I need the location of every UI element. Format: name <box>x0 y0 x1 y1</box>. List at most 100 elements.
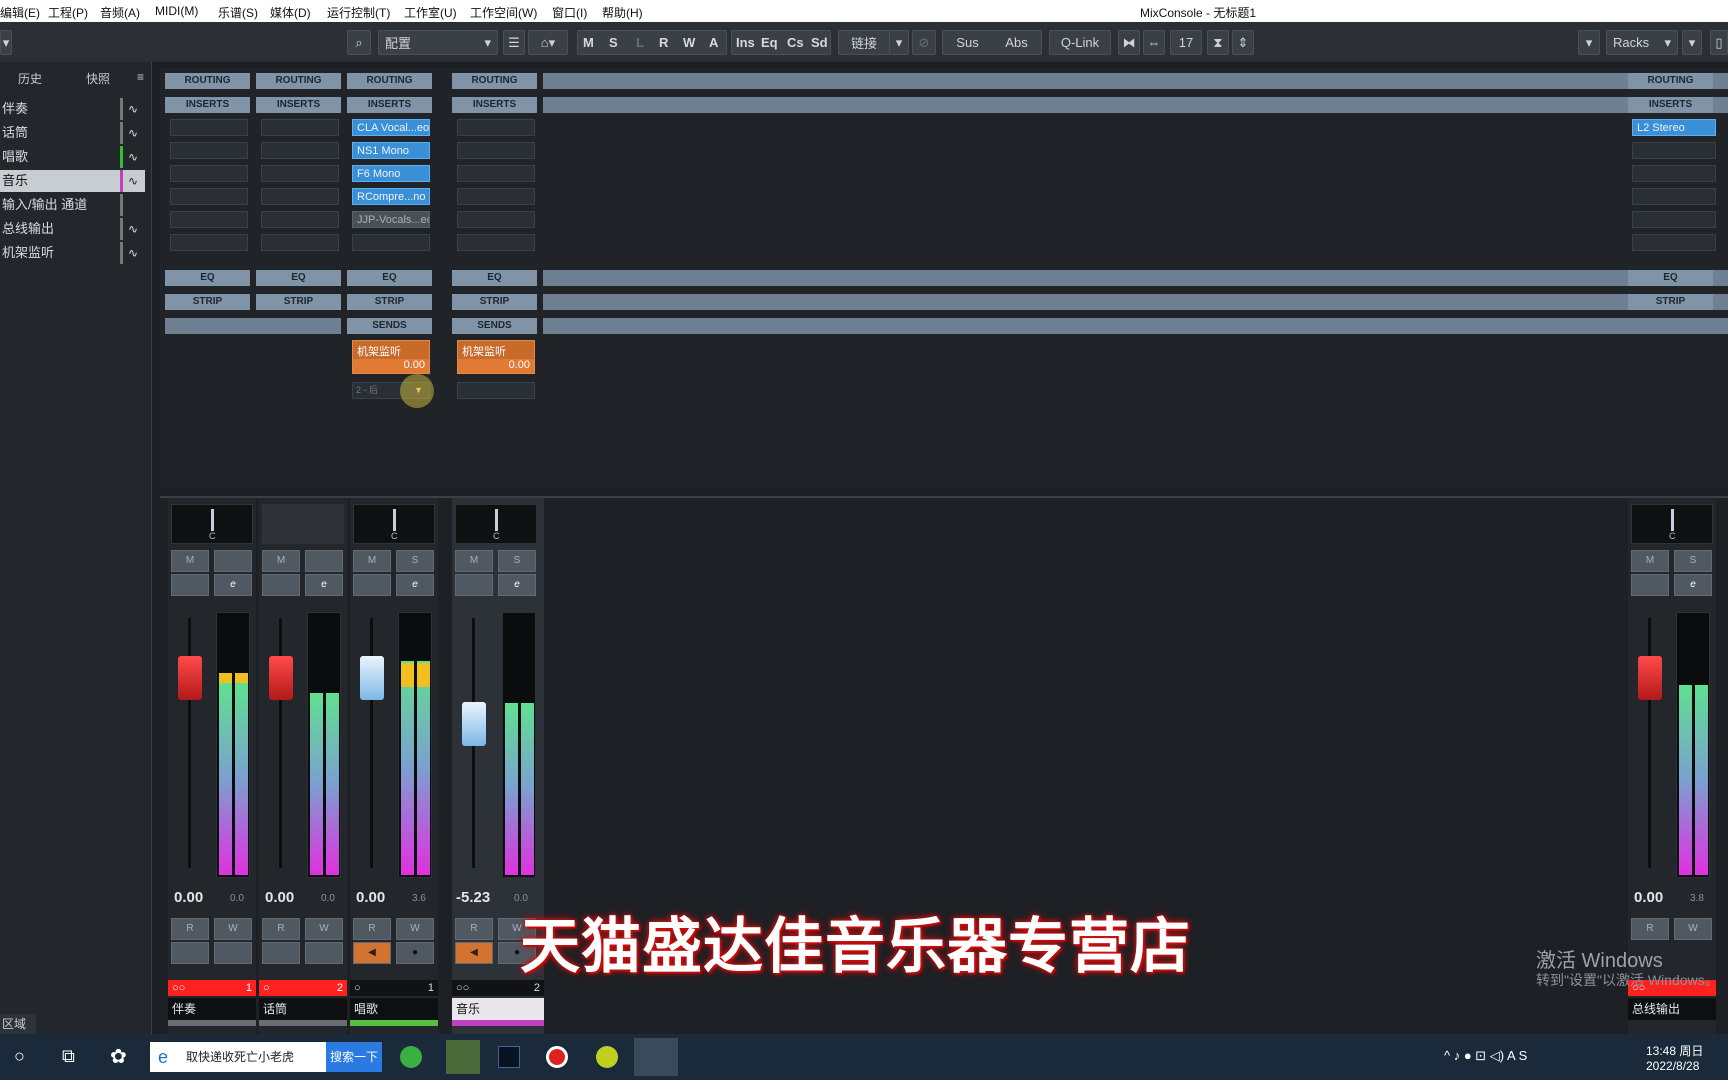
pan-control[interactable]: C <box>353 504 435 544</box>
menu-media[interactable]: 媒体(D) <box>270 4 311 21</box>
record-enable-button[interactable] <box>305 942 343 964</box>
menu-audio[interactable]: 音频(A) <box>100 4 140 21</box>
list-icon[interactable]: ☰ <box>503 30 525 55</box>
insert-slot[interactable] <box>170 142 248 159</box>
menu-edit[interactable]: 编辑(E) <box>0 4 40 21</box>
eq-header[interactable]: EQ <box>165 270 250 286</box>
menu-transport[interactable]: 运行控制(T) <box>327 4 390 21</box>
read-automation-button[interactable]: R <box>455 918 493 940</box>
pan-control[interactable]: C <box>455 504 537 544</box>
channel-name[interactable]: 唱歌 <box>350 998 438 1020</box>
eq-header[interactable]: EQ <box>1628 270 1713 286</box>
menu-workspace[interactable]: 工作空间(W) <box>470 4 537 21</box>
channel-list-item[interactable]: 输入/输出 通道 <box>0 194 120 216</box>
insert-slot[interactable] <box>457 234 535 251</box>
insert-slot[interactable] <box>457 142 535 159</box>
app-icon[interactable] <box>400 1046 422 1068</box>
insert-slot[interactable] <box>457 119 535 136</box>
start-search-icon[interactable]: ○ <box>14 1046 25 1067</box>
eq-header[interactable]: EQ <box>452 270 537 286</box>
volume-fader[interactable] <box>1638 656 1662 700</box>
strip-header[interactable]: STRIP <box>165 294 250 310</box>
edit-channel-button[interactable]: e <box>396 574 434 596</box>
eq-view-button[interactable]: Eq <box>761 35 778 50</box>
abs-button[interactable]: Abs <box>1005 35 1027 50</box>
write-filter-button[interactable]: W <box>683 35 695 50</box>
monitor-button[interactable] <box>262 942 300 964</box>
inserts-view-button[interactable]: Ins <box>736 35 755 50</box>
insert-slot[interactable] <box>261 165 339 182</box>
solo-button[interactable]: S <box>1674 550 1712 572</box>
mute-button[interactable]: M <box>262 550 300 572</box>
monitor-button-active[interactable]: ◀ <box>455 942 493 964</box>
link-dropdown[interactable]: ▾ <box>889 30 909 55</box>
monitor-button[interactable] <box>171 942 209 964</box>
write-automation-button[interactable]: W <box>214 918 252 940</box>
toolbar-dropdown-left[interactable]: ▾ <box>0 30 12 55</box>
zoom-in-icon[interactable]: ⧓ <box>1118 30 1140 55</box>
listen-filter-button[interactable]: L <box>636 35 644 50</box>
spinner-icon[interactable]: ⇕ <box>1232 30 1254 55</box>
eq-header[interactable]: EQ <box>347 270 432 286</box>
solo-button[interactable] <box>305 550 343 572</box>
insert-slot[interactable] <box>1632 188 1716 205</box>
wechat-icon[interactable] <box>446 1040 480 1074</box>
insert-slot[interactable] <box>1632 165 1716 182</box>
menu-icon[interactable]: ≡ <box>137 70 144 84</box>
channel-list-item[interactable]: 唱歌 <box>0 146 120 168</box>
inserts-header[interactable]: INSERTS <box>1628 97 1713 113</box>
solo-filter-button[interactable]: S <box>609 35 618 50</box>
insert-slot[interactable] <box>457 165 535 182</box>
taskbar-search-box[interactable]: e 取快递收死亡小老虎 <box>150 1042 326 1072</box>
routing-header[interactable]: ROUTING <box>256 73 341 89</box>
read-automation-button[interactable]: R <box>1631 918 1669 940</box>
strip-header[interactable]: STRIP <box>1628 294 1713 310</box>
insert-plugin-slot-bypassed[interactable]: JJP-Vocals...eo <box>352 211 430 228</box>
insert-plugin-slot[interactable]: NS1 Mono <box>352 142 430 159</box>
listen-button[interactable] <box>1631 574 1669 596</box>
height-icon[interactable]: ⧗ <box>1207 30 1229 55</box>
pan-control[interactable]: C <box>1631 504 1713 544</box>
mute-filter-button[interactable]: M <box>583 35 594 50</box>
insert-slot[interactable] <box>261 234 339 251</box>
insert-slot[interactable] <box>261 142 339 159</box>
monitor-button-active[interactable]: ◀ <box>353 942 391 964</box>
channel-name[interactable]: 话筒 <box>259 998 347 1020</box>
insert-plugin-slot[interactable]: L2 Stereo <box>1632 119 1716 136</box>
edit-channel-button[interactable]: e <box>214 574 252 596</box>
volume-readout[interactable]: 0.00 <box>174 889 203 906</box>
channel-name[interactable]: 音乐 <box>452 998 544 1020</box>
read-automation-button[interactable]: R <box>353 918 391 940</box>
strip-header[interactable]: STRIP <box>256 294 341 310</box>
solo-button[interactable]: S <box>396 550 434 572</box>
insert-slot[interactable] <box>457 188 535 205</box>
insert-slot[interactable] <box>170 119 248 136</box>
insert-slot[interactable] <box>1632 234 1716 251</box>
pan-control[interactable] <box>262 504 344 544</box>
volume-fader[interactable] <box>178 656 202 700</box>
menu-window[interactable]: 窗口(I) <box>552 4 587 21</box>
menu-studio[interactable]: 工作室(U) <box>404 4 457 21</box>
volume-fader[interactable] <box>269 656 293 700</box>
read-automation-button[interactable]: R <box>262 918 300 940</box>
listen-button[interactable] <box>171 574 209 596</box>
insert-slot[interactable] <box>170 188 248 205</box>
racks-select[interactable]: Racks ▾ <box>1606 30 1678 55</box>
routing-header[interactable]: ROUTING <box>452 73 537 89</box>
volume-readout[interactable]: 0.00 <box>356 889 385 906</box>
app-icon[interactable] <box>596 1046 618 1068</box>
strip-header[interactable]: STRIP <box>452 294 537 310</box>
channel-name[interactable]: 伴奏 <box>168 998 256 1020</box>
app-icon[interactable]: ✿ <box>110 1044 127 1069</box>
record-enable-button[interactable] <box>214 942 252 964</box>
strip-view-button[interactable]: Cs <box>787 35 804 50</box>
channel-count-field[interactable]: 17 <box>1170 30 1202 55</box>
insert-plugin-slot[interactable]: RCompre...no <box>352 188 430 205</box>
edit-channel-button[interactable]: e <box>305 574 343 596</box>
sends-header[interactable]: SENDS <box>452 318 537 334</box>
zone-tab[interactable]: 区域 <box>0 1014 36 1034</box>
inserts-header[interactable]: INSERTS <box>347 97 432 113</box>
sends-header[interactable]: SENDS <box>347 318 432 334</box>
listen-button[interactable] <box>353 574 391 596</box>
racks-left-dropdown[interactable]: ▾ <box>1578 30 1600 55</box>
